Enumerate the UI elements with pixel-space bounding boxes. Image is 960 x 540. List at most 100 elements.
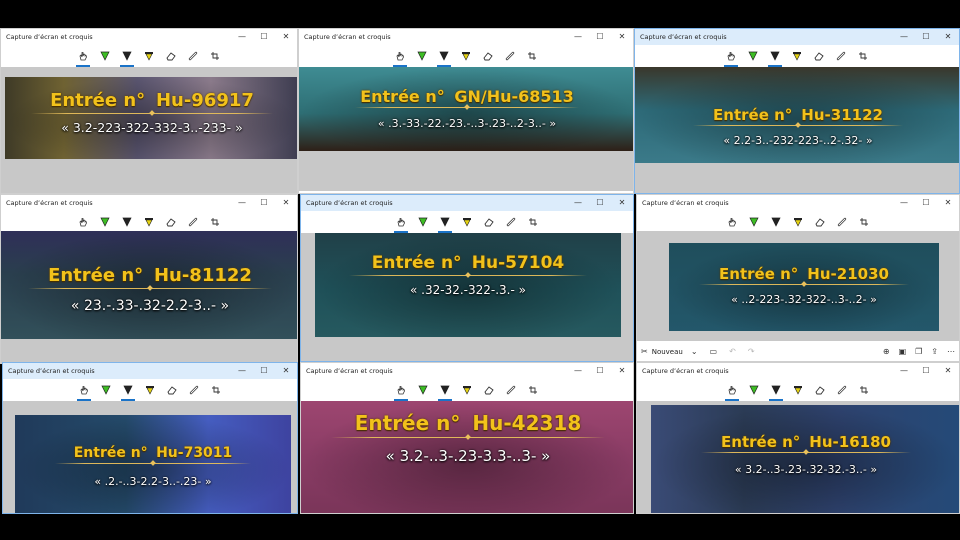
crop-icon[interactable] [206,213,224,231]
title-bar[interactable]: Capture d’écran et croquis — ☐ ✕ [299,29,633,45]
touch-writing-icon[interactable] [74,47,92,67]
title-bar[interactable]: Capture d’écran et croquis — ☐ ✕ [3,363,297,379]
pencil-icon[interactable] [118,213,136,233]
title-bar[interactable]: Capture d’écran et croquis — ☐ ✕ [1,195,297,211]
eraser-icon[interactable] [811,381,829,399]
crop-icon[interactable] [855,213,873,231]
open-folder-icon[interactable]: ▭ [710,348,718,356]
ruler-icon[interactable] [832,47,850,65]
ballpoint-pen-icon[interactable] [414,213,432,231]
title-bar[interactable]: Capture d’écran et croquis — ☐ ✕ [301,195,633,211]
maximize-button[interactable]: ☐ [253,363,275,379]
ruler-icon[interactable] [502,213,520,231]
ballpoint-pen-icon[interactable] [745,213,763,231]
ballpoint-pen-icon[interactable] [96,47,114,65]
highlighter-icon[interactable] [141,381,159,399]
title-bar[interactable]: Capture d’écran et croquis — ☐ ✕ [635,29,959,45]
pencil-icon[interactable] [767,213,785,233]
eraser-icon[interactable] [810,47,828,65]
title-bar[interactable]: Capture d’écran et croquis — ☐ ✕ [301,363,633,379]
minimize-button[interactable]: — [231,363,253,379]
touch-writing-icon[interactable] [723,213,741,233]
eraser-icon[interactable] [480,213,498,231]
title-bar[interactable]: Capture d’écran et croquis — ☐ ✕ [637,363,959,379]
touch-writing-icon[interactable] [392,381,410,401]
ballpoint-pen-icon[interactable] [97,381,115,399]
close-button[interactable]: ✕ [611,29,633,45]
touch-writing-icon[interactable] [723,381,741,401]
crop-icon[interactable] [524,381,542,399]
crop-icon[interactable] [206,47,224,65]
crop-icon[interactable] [854,47,872,65]
minimize-button[interactable]: — [893,363,915,379]
maximize-button[interactable]: ☐ [253,29,275,45]
maximize-button[interactable]: ☐ [589,29,611,45]
highlighter-icon[interactable] [457,47,475,65]
eraser-icon[interactable] [162,47,180,65]
title-bar[interactable]: Capture d’écran et croquis — ☐ ✕ [637,195,959,211]
redo-icon[interactable]: ↷ [748,348,755,356]
ruler-icon[interactable] [184,213,202,231]
highlighter-icon[interactable] [140,47,158,65]
pencil-icon[interactable] [436,381,454,401]
ballpoint-pen-icon[interactable] [413,47,431,65]
touch-writing-icon[interactable] [74,213,92,233]
ruler-icon[interactable] [185,381,203,399]
save-icon[interactable]: ▣ [899,348,907,356]
minimize-button[interactable]: — [567,29,589,45]
maximize-button[interactable]: ☐ [253,195,275,211]
eraser-icon[interactable] [480,381,498,399]
eraser-icon[interactable] [811,213,829,231]
close-button[interactable]: ✕ [275,29,297,45]
crop-icon[interactable] [855,381,873,399]
close-button[interactable]: ✕ [937,29,959,45]
highlighter-icon[interactable] [789,213,807,231]
pencil-icon[interactable] [435,47,453,67]
touch-writing-icon[interactable] [392,213,410,233]
maximize-button[interactable]: ☐ [915,29,937,45]
pencil-icon[interactable] [767,381,785,401]
undo-icon[interactable]: ↶ [729,348,736,356]
close-button[interactable]: ✕ [937,363,959,379]
maximize-button[interactable]: ☐ [589,363,611,379]
minimize-button[interactable]: — [893,195,915,211]
close-button[interactable]: ✕ [275,363,297,379]
touch-writing-icon[interactable] [391,47,409,67]
share-icon[interactable]: ⇪ [931,348,938,356]
crop-icon[interactable] [207,381,225,399]
pencil-icon[interactable] [766,47,784,67]
highlighter-icon[interactable] [789,381,807,399]
chevron-down-icon[interactable]: ⌄ [691,348,698,356]
eraser-icon[interactable] [479,47,497,65]
more-icon[interactable]: ⋯ [947,348,955,356]
minimize-button[interactable]: — [567,195,589,211]
ruler-icon[interactable] [501,47,519,65]
eraser-icon[interactable] [162,213,180,231]
copy-icon[interactable]: ❐ [915,348,922,356]
minimize-button[interactable]: — [893,29,915,45]
minimize-button[interactable]: — [567,363,589,379]
ruler-icon[interactable] [184,47,202,65]
ruler-icon[interactable] [833,213,851,231]
ballpoint-pen-icon[interactable] [96,213,114,231]
highlighter-icon[interactable] [458,381,476,399]
ruler-icon[interactable] [833,381,851,399]
new-snip-button[interactable]: ✂ Nouveau [641,348,683,357]
close-button[interactable]: ✕ [937,195,959,211]
ballpoint-pen-icon[interactable] [414,381,432,399]
maximize-button[interactable]: ☐ [915,363,937,379]
maximize-button[interactable]: ☐ [915,195,937,211]
pencil-icon[interactable] [436,213,454,233]
crop-icon[interactable] [524,213,542,231]
crop-icon[interactable] [523,47,541,65]
pencil-icon[interactable] [119,381,137,401]
close-button[interactable]: ✕ [611,195,633,211]
ballpoint-pen-icon[interactable] [745,381,763,399]
title-bar[interactable]: Capture d’écran et croquis — ☐ ✕ [1,29,297,45]
close-button[interactable]: ✕ [275,195,297,211]
touch-writing-icon[interactable] [75,381,93,401]
highlighter-icon[interactable] [458,213,476,231]
close-button[interactable]: ✕ [611,363,633,379]
ruler-icon[interactable] [502,381,520,399]
touch-writing-icon[interactable] [722,47,740,67]
